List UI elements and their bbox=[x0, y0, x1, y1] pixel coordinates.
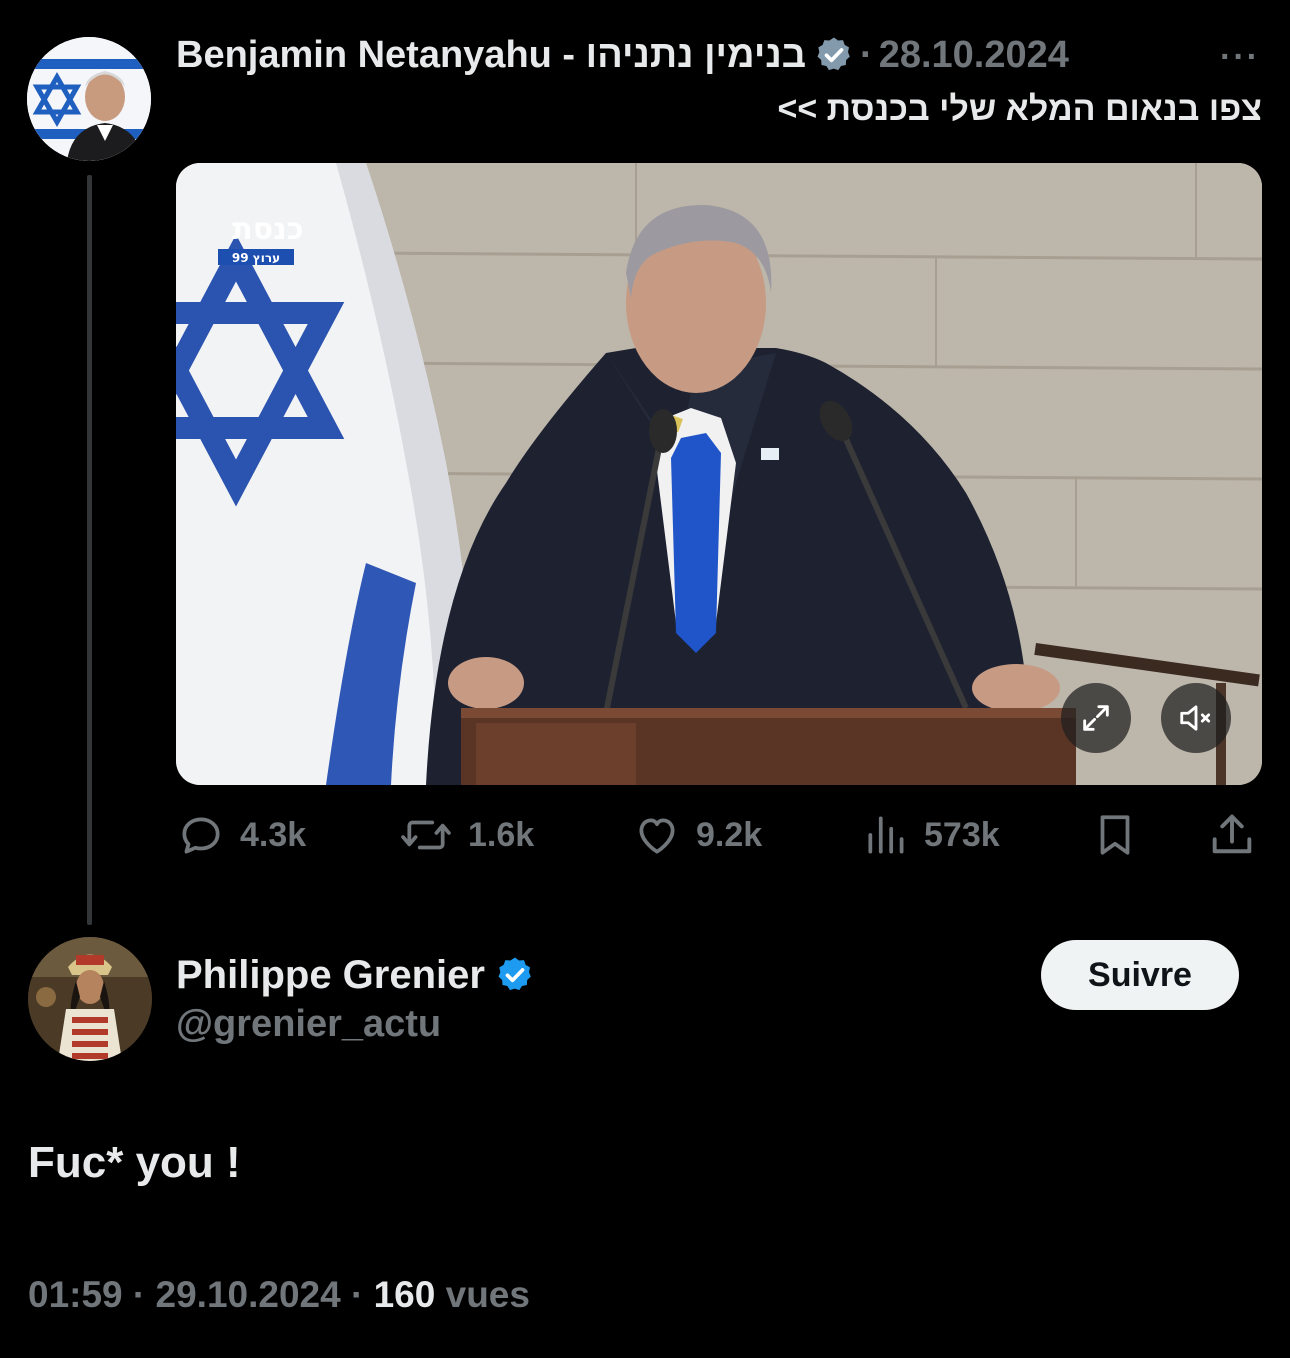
reply-meta: 01:59 · 29.10.2024 · 160 vues bbox=[28, 1274, 530, 1316]
post-text: צפו בנאום המלא שלי בכנסת >> bbox=[777, 90, 1262, 128]
channel-sub: ערוץ 99 bbox=[232, 251, 280, 265]
reply-text: Fuc* you ! bbox=[28, 1138, 241, 1187]
speech-bubble-icon bbox=[182, 817, 220, 854]
meta-separator: · bbox=[132, 1274, 156, 1315]
follow-button[interactable]: Suivre bbox=[1041, 940, 1239, 1010]
muted-speaker-icon bbox=[1180, 705, 1211, 731]
verified-badge-icon bbox=[495, 955, 535, 995]
meta-separator: · bbox=[351, 1274, 374, 1315]
verified-badge-icon bbox=[814, 35, 854, 75]
reply-views-label: vues bbox=[445, 1274, 530, 1315]
like-button[interactable]: 9.2k bbox=[632, 805, 762, 865]
bar-chart-icon bbox=[868, 816, 904, 854]
reply-time[interactable]: 01:59 bbox=[28, 1274, 123, 1315]
mute-toggle-button[interactable] bbox=[1161, 683, 1231, 753]
bookmark-icon bbox=[1100, 815, 1130, 855]
more-options-icon[interactable]: ··· bbox=[1220, 38, 1260, 77]
repost-button[interactable]: 1.6k bbox=[398, 805, 534, 865]
reply-count: 4.3k bbox=[240, 815, 307, 854]
share-button[interactable] bbox=[1206, 805, 1258, 865]
author-avatar[interactable] bbox=[27, 37, 151, 161]
reply-header: Philippe Grenier bbox=[176, 950, 535, 1000]
thread-connector-line bbox=[87, 175, 92, 925]
reply-author-avatar[interactable] bbox=[28, 937, 152, 1061]
reply-date[interactable]: 29.10.2024 bbox=[156, 1274, 341, 1315]
author-name[interactable]: Benjamin Netanyahu - בנימין נתניהו bbox=[176, 34, 806, 77]
like-count: 9.2k bbox=[696, 815, 763, 854]
reply-button[interactable]: 4.3k bbox=[176, 805, 306, 865]
channel-logo: כנסת bbox=[232, 212, 303, 247]
post-separator: · bbox=[860, 33, 873, 76]
post-header: Benjamin Netanyahu - בנימין נתניהו · 28.… bbox=[176, 30, 1266, 80]
bookmark-button[interactable] bbox=[1090, 805, 1140, 865]
post-date[interactable]: 28.10.2024 bbox=[879, 34, 1069, 77]
repost-arrows-icon bbox=[401, 820, 451, 850]
reply-author-name[interactable]: Philippe Grenier bbox=[176, 953, 485, 998]
heart-icon bbox=[639, 818, 675, 854]
expand-icon bbox=[1083, 705, 1109, 731]
expand-video-button[interactable] bbox=[1061, 683, 1131, 753]
reply-author-handle[interactable]: @grenier_actu bbox=[176, 1003, 441, 1046]
views-count: 573k bbox=[924, 815, 1000, 854]
repost-count: 1.6k bbox=[468, 815, 535, 854]
reply-views-count: 160 bbox=[373, 1274, 436, 1315]
video-player[interactable]: כנסת ערוץ 99 bbox=[176, 163, 1262, 785]
share-upload-icon bbox=[1212, 814, 1252, 854]
post-action-bar: 4.3k 1.6k 9.2k 573k bbox=[176, 805, 1262, 865]
views-button[interactable]: 573k bbox=[864, 805, 1000, 865]
